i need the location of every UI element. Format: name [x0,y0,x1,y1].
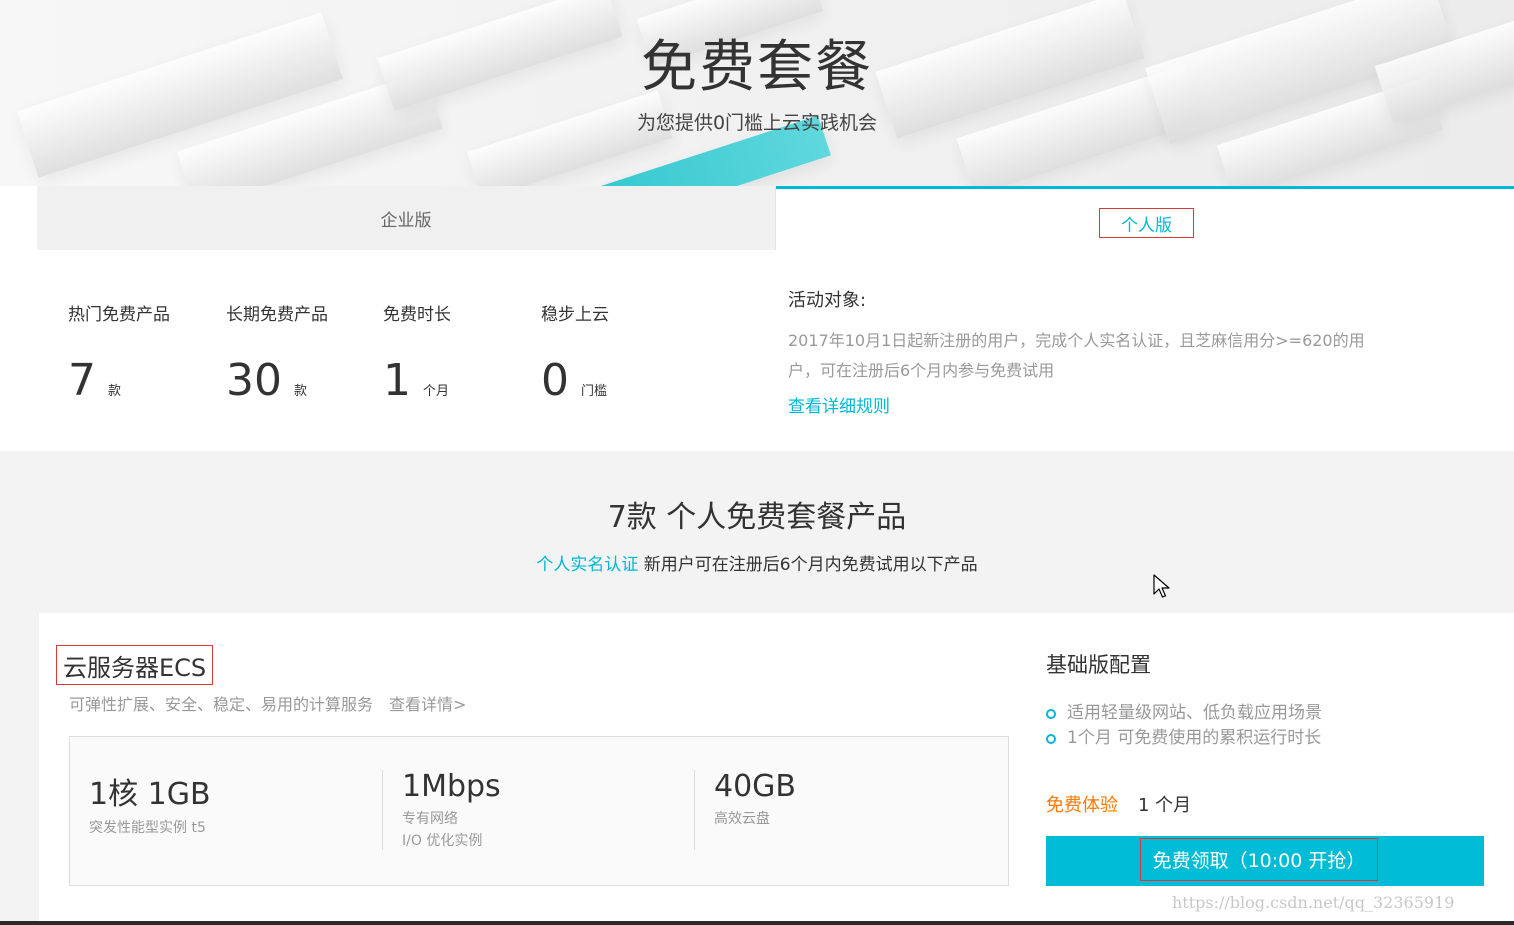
tab-enterprise[interactable]: 企业版 [37,186,776,250]
activity-heading: 活动对象: [788,290,867,311]
stat-hot-products: 热门免费产品 7款 [68,300,170,406]
stat-value: 7 [68,355,96,406]
trial-info: 免费体验 1 个月 [1046,791,1191,817]
bullet-circle-icon [1046,708,1056,719]
stat-free-duration: 免费时长 1 个月 [383,300,451,406]
claim-button-label: 免费领取（10:00 开抢） [1140,838,1378,881]
stat-unit: 个月 [423,384,450,399]
spec-cpu-memory: 1核 1GB 突发性能型实例 t5 [89,769,211,839]
watermark: https://blog.csdn.net/qq_32365919 [1172,893,1455,912]
product-details-link[interactable]: 查看详情> [389,695,466,714]
config-title: 基础版配置 [1046,653,1151,677]
stat-label: 免费时长 [383,305,451,325]
page-subtitle: 为您提供0门槛上云实践机会 [636,112,878,134]
bottom-border [0,921,1514,925]
section-title: 7款 个人免费套餐产品 [607,500,907,535]
feature-list: 适用轻量级网站、低负载应用场景 1个月 可免费使用的累积运行时长 [1046,701,1486,751]
spec-value: 1核 1GB [89,777,211,812]
trial-duration: 1 个月 [1138,795,1192,816]
stat-label: 热门免费产品 [68,305,170,325]
spec-detail: 专有网络 [402,811,458,827]
product-description-text: 可弹性扩展、安全、稳定、易用的计算服务 [69,695,374,714]
feature-text: 1个月 可免费使用的累积运行时长 [1067,728,1322,748]
spec-value: 1Mbps [402,769,501,804]
stat-unit: 门槛 [581,384,608,399]
list-item: 1个月 可免费使用的累积运行时长 [1046,726,1486,751]
product-card-ecs: 云服务器ECS 可弹性扩展、安全、稳定、易用的计算服务 查看详情> 1核 1GB … [39,613,1514,925]
stat-unit: 款 [108,384,122,399]
spec-box: 1核 1GB 突发性能型实例 t5 1Mbps 专有网络 I/O 优化实例 40… [69,736,1009,886]
spec-disk: 40GB 高效云盘 [714,769,796,830]
spec-bandwidth: 1Mbps 专有网络 I/O 优化实例 [402,769,501,852]
activity-info: 活动对象: 2017年10月1日起新注册的用户，完成个人实名认证，且芝麻信用分>… [788,286,1388,417]
spec-detail: 突发性能型实例 t5 [89,820,206,836]
spec-detail: I/O 优化实例 [402,833,483,849]
stat-threshold: 稳步上云 0 门槛 [541,300,609,406]
hero-banner: 免费套餐 为您提供0门槛上云实践机会 [0,0,1514,186]
view-rules-link[interactable]: 查看详细规则 [788,392,1388,417]
section-subtitle: 个人实名认证 新用户可在注册后6个月内免费试用以下产品 [0,550,1514,575]
tab-label: 企业版 [380,210,432,231]
list-item: 适用轻量级网站、低负载应用场景 [1046,701,1486,726]
stat-label: 长期免费产品 [226,305,328,325]
real-name-auth-link[interactable]: 个人实名认证 [536,555,638,575]
spec-divider [382,770,383,850]
stat-value: 0 [541,355,569,406]
page-title: 免费套餐 [641,35,873,100]
stat-unit: 款 [294,384,308,399]
stat-value: 30 [226,355,282,406]
stat-label: 稳步上云 [541,305,609,325]
claim-free-button[interactable]: 免费领取（10:00 开抢） [1046,836,1484,886]
tab-label: 个人版 [1099,208,1194,238]
feature-text: 适用轻量级网站、低负载应用场景 [1067,703,1322,723]
spec-detail: 高效云盘 [714,811,770,827]
spec-divider [694,770,695,850]
stats-panel: 热门免费产品 7款 长期免费产品 30 款 免费时长 1 个月 稳步上云 0 门槛 活… [0,250,1514,451]
config-panel: 基础版配置 适用轻量级网站、低负载应用场景 1个月 可免费使用的累积运行时长 [1046,649,1486,751]
spec-value: 40GB [714,769,797,804]
product-name: 云服务器ECS [56,645,214,685]
stat-long-term-products: 长期免费产品 30 款 [226,300,328,406]
activity-description: 2017年10月1日起新注册的用户，完成个人实名认证，且芝麻信用分>=620的用… [788,331,1365,380]
section-subtitle-text: 新用户可在注册后6个月内免费试用以下产品 [643,555,978,575]
bullet-circle-icon [1046,733,1056,744]
tab-spacer [0,186,37,250]
product-description: 可弹性扩展、安全、稳定、易用的计算服务 查看详情> [69,691,466,715]
stat-value: 1 [383,355,411,406]
trial-label: 免费体验 [1046,795,1118,816]
tab-personal[interactable]: 个人版 [776,186,1514,250]
mouse-cursor-icon [1153,574,1170,598]
